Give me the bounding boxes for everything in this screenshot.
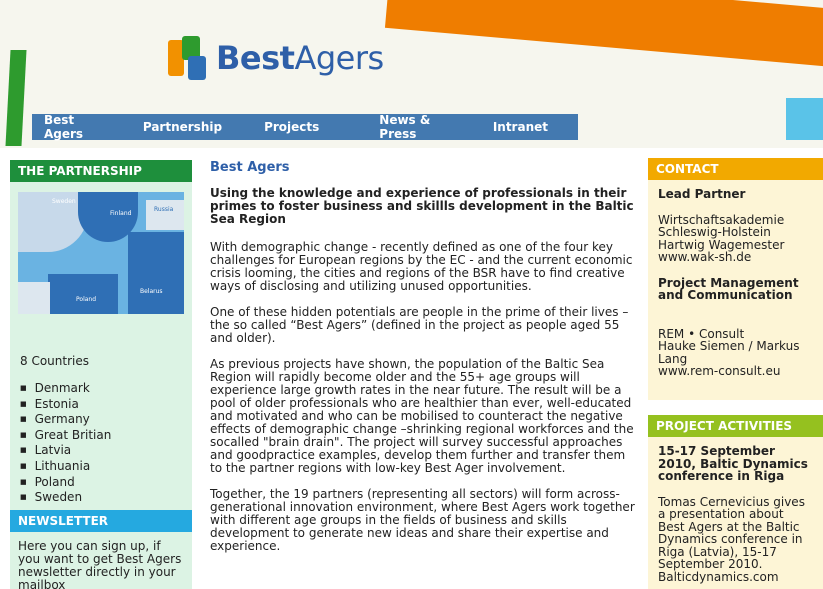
blue-block-decoration <box>786 98 823 140</box>
bestagers-logo[interactable]: BestAgers <box>168 36 384 80</box>
list-item: Estonia <box>20 397 111 414</box>
right-column: CONTACT Lead Partner Wirtschaftsakademie… <box>648 158 823 589</box>
lead-org-line2: Schleswig-Holstein <box>658 225 771 239</box>
main-content: Best Agers Using the knowledge and exper… <box>210 160 635 566</box>
content-paragraph: With demographic change - recently defin… <box>210 240 633 293</box>
contact-body: Lead Partner Wirtschaftsakademie Schlesw… <box>648 180 823 378</box>
activities-box: PROJECT ACTIVITIES 15-17 September 2010,… <box>648 415 823 589</box>
newsletter-box: NEWSLETTER Here you can sign up, if you … <box>10 510 192 589</box>
newsletter-text: Here you can sign up, if you want to get… <box>18 539 182 589</box>
baltic-map-image[interactable]: Sweden Finland Russia Poland Belarus <box>18 192 184 314</box>
logo-text-regular: Agers <box>294 39 384 77</box>
content-paragraph: One of these hidden potentials are peopl… <box>210 305 629 345</box>
map-label: Belarus <box>140 288 163 295</box>
content-paragraph: As previous projects have shown, the pop… <box>210 357 634 475</box>
map-label: Sweden <box>52 198 76 205</box>
left-column: THE PARTNERSHIP Sweden Finland Russia Po… <box>10 160 192 518</box>
pm-url-link[interactable]: www.rem-consult.eu <box>658 365 813 378</box>
list-item: Denmark <box>20 381 111 398</box>
event-title-link[interactable]: 15-17 September 2010, Baltic Dynamics co… <box>658 445 813 483</box>
green-bar-decoration <box>5 50 27 146</box>
page-header: BestAgers Best Agers Partnership Project… <box>0 0 823 148</box>
contact-heading: CONTACT <box>648 158 823 180</box>
newsletter-heading[interactable]: NEWSLETTER <box>10 510 192 532</box>
page-subtitle: Using the knowledge and experience of pr… <box>210 186 634 226</box>
pm-label: Project Management and Communication <box>658 275 799 302</box>
logo-text-bold: Best <box>216 39 295 77</box>
list-item: Latvia <box>20 444 111 460</box>
activities-heading: PROJECT ACTIVITIES <box>648 415 823 437</box>
map-label: Finland <box>110 210 132 217</box>
map-label: Poland <box>76 296 97 303</box>
main-nav: Best Agers Partnership Projects News & P… <box>32 113 578 141</box>
partnership-box: Sweden Finland Russia Poland Belarus 8 C… <box>10 182 192 518</box>
pm-person: Hauke Siemen / Markus Lang <box>658 339 800 366</box>
nav-item-projects[interactable]: Projects <box>252 120 319 134</box>
lead-partner-label: Lead Partner <box>658 187 746 201</box>
nav-item-news-press[interactable]: News & Press <box>367 113 451 141</box>
nav-item-best-agers[interactable]: Best Agers <box>32 113 101 141</box>
contact-box: CONTACT Lead Partner Wirtschaftsakademie… <box>648 158 823 400</box>
partnership-heading: THE PARTNERSHIP <box>10 160 192 182</box>
countries-title: 8 Countries <box>20 354 89 368</box>
list-item: Poland <box>20 475 111 492</box>
content-paragraph: Together, the 19 partners (representing … <box>210 487 635 553</box>
nav-item-intranet[interactable]: Intranet <box>481 120 548 134</box>
map-label: Russia <box>154 206 174 213</box>
nav-item-partnership[interactable]: Partnership <box>131 120 222 134</box>
countries-list: Denmark Estonia Germany Great Britian La… <box>20 381 112 507</box>
lead-url-link[interactable]: www.wak-sh.de <box>658 251 813 264</box>
logo-mark-icon <box>168 36 210 80</box>
list-item: Sweden <box>20 491 111 507</box>
activities-body: 15-17 September 2010, Baltic Dynamics co… <box>648 437 823 583</box>
logo-text: BestAgers <box>216 39 384 77</box>
event-text: Tomas Cernevicius gives a presentation a… <box>658 494 805 584</box>
list-item: Lithuania <box>20 459 111 476</box>
orange-swoosh-decoration <box>384 0 823 67</box>
page-title: Best Agers <box>210 160 290 175</box>
list-item: Germany <box>20 413 111 429</box>
list-item: Great Britian <box>20 428 112 445</box>
